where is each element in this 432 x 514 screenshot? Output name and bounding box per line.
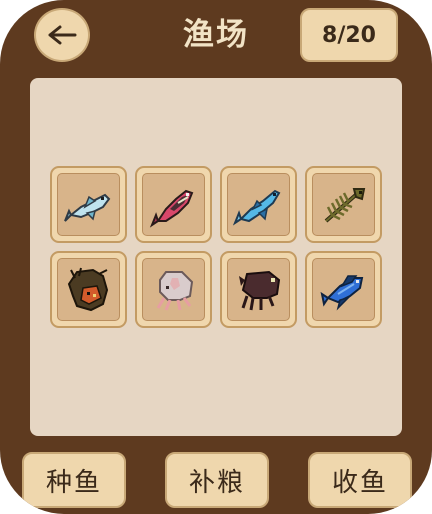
dark-squid-icon (238, 270, 280, 310)
fish-grid (50, 166, 382, 328)
fish-slot[interactable] (135, 166, 212, 243)
fish-slot[interactable] (135, 251, 212, 328)
fish-pond-panel (30, 78, 402, 436)
fish-slot[interactable] (220, 251, 297, 328)
stock-fish-button[interactable]: 种鱼 (22, 452, 126, 508)
blue-fish-icon (232, 189, 280, 226)
back-button[interactable] (34, 8, 90, 62)
fish-slot-background (57, 173, 120, 236)
pale-squid-icon (156, 270, 193, 311)
fish-slot-background (312, 258, 375, 321)
page-title: 渔场 (183, 17, 249, 53)
silver-fish-icon (63, 193, 110, 222)
back-arrow-icon (48, 25, 77, 45)
fish-slot[interactable] (50, 251, 127, 328)
fish-slot[interactable] (50, 166, 127, 243)
fish-slot-background (142, 173, 205, 236)
fish-slot-background (57, 258, 120, 321)
fish-slot[interactable] (305, 251, 382, 328)
fish-skeleton-icon (324, 187, 365, 223)
fish-slot[interactable] (220, 166, 297, 243)
fish-slot-background (227, 258, 290, 321)
fish-slot-background (227, 173, 290, 236)
fish-slot-background (312, 173, 375, 236)
fish-farm-screen: 渔场 8/20 种鱼 补粮 收鱼 (0, 0, 432, 514)
fish-slot-background (142, 258, 205, 321)
blue-striped-fish-icon (320, 274, 363, 310)
fish-count-badge: 8/20 (300, 8, 398, 62)
add-feed-button[interactable]: 补粮 (165, 452, 269, 508)
fish-slot[interactable] (305, 166, 382, 243)
dark-coelacanth-icon (67, 267, 108, 311)
harvest-fish-button[interactable]: 收鱼 (308, 452, 412, 508)
red-striped-fish-icon (149, 189, 193, 228)
